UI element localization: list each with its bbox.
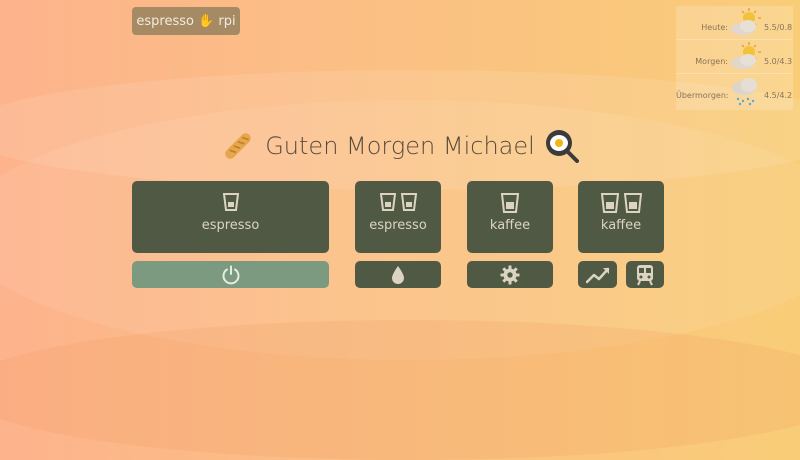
gear-icon	[500, 265, 520, 284]
button-label: espresso	[201, 218, 260, 233]
train-button[interactable]	[626, 261, 664, 288]
button-label: espresso	[369, 218, 427, 233]
weather-day-label: Übermorgen:	[676, 91, 729, 100]
sun-cloud-icon	[731, 8, 761, 35]
fried-egg-pan-icon	[545, 130, 579, 163]
water-drop-icon	[392, 265, 404, 284]
host-label: espresso ✋ rpi	[136, 13, 236, 29]
weather-widget: Heute: 5.5/0.8 Morgen: 5.0/4.3 Übermorge…	[676, 6, 793, 110]
weather-row-tomorrow: Morgen: 5.0/4.3	[676, 40, 793, 74]
mug-icon	[623, 193, 642, 213]
baguette-icon	[225, 133, 251, 159]
espresso-single-button[interactable]: espresso	[132, 181, 329, 253]
sun-cloud-icon	[731, 42, 761, 69]
weather-day-label: Heute:	[701, 23, 728, 32]
greeting-text: Guten Morgen Michael	[265, 132, 535, 160]
chart-line-icon	[585, 267, 609, 283]
cup-icon	[400, 193, 417, 211]
greeting: Guten Morgen Michael	[0, 126, 800, 166]
settings-button[interactable]	[467, 261, 553, 288]
mug-icon	[501, 193, 519, 213]
power-button[interactable]	[132, 261, 329, 288]
power-icon	[222, 265, 239, 284]
water-button[interactable]	[355, 261, 441, 288]
kaffee-single-button[interactable]: kaffee	[467, 181, 553, 253]
weather-temp: 5.5/0.8	[764, 23, 793, 32]
cup-icon	[222, 193, 239, 211]
host-badge[interactable]: espresso ✋ rpi	[132, 7, 240, 35]
rain-cloud-icon	[732, 78, 757, 106]
stats-button[interactable]	[578, 261, 617, 288]
weather-row-today: Heute: 5.5/0.8	[676, 6, 793, 40]
kaffee-double-button[interactable]: kaffee	[578, 181, 664, 253]
button-label: kaffee	[489, 218, 531, 233]
weather-temp: 5.0/4.3	[764, 57, 793, 66]
train-icon	[637, 264, 653, 285]
weather-row-day-after: Übermorgen: 4.5/4.2	[676, 74, 793, 107]
weather-temp: 4.5/4.2	[764, 91, 793, 100]
mug-icon	[600, 193, 619, 213]
cup-icon	[379, 193, 396, 211]
button-label: kaffee	[600, 218, 642, 233]
espresso-double-button[interactable]: espresso	[355, 181, 441, 253]
weather-day-label: Morgen:	[695, 57, 728, 66]
